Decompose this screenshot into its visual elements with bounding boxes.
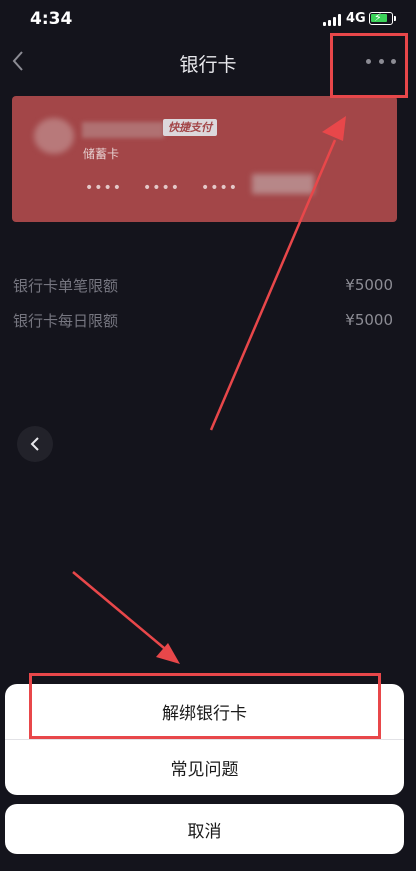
annotation-arrows <box>72 116 346 664</box>
